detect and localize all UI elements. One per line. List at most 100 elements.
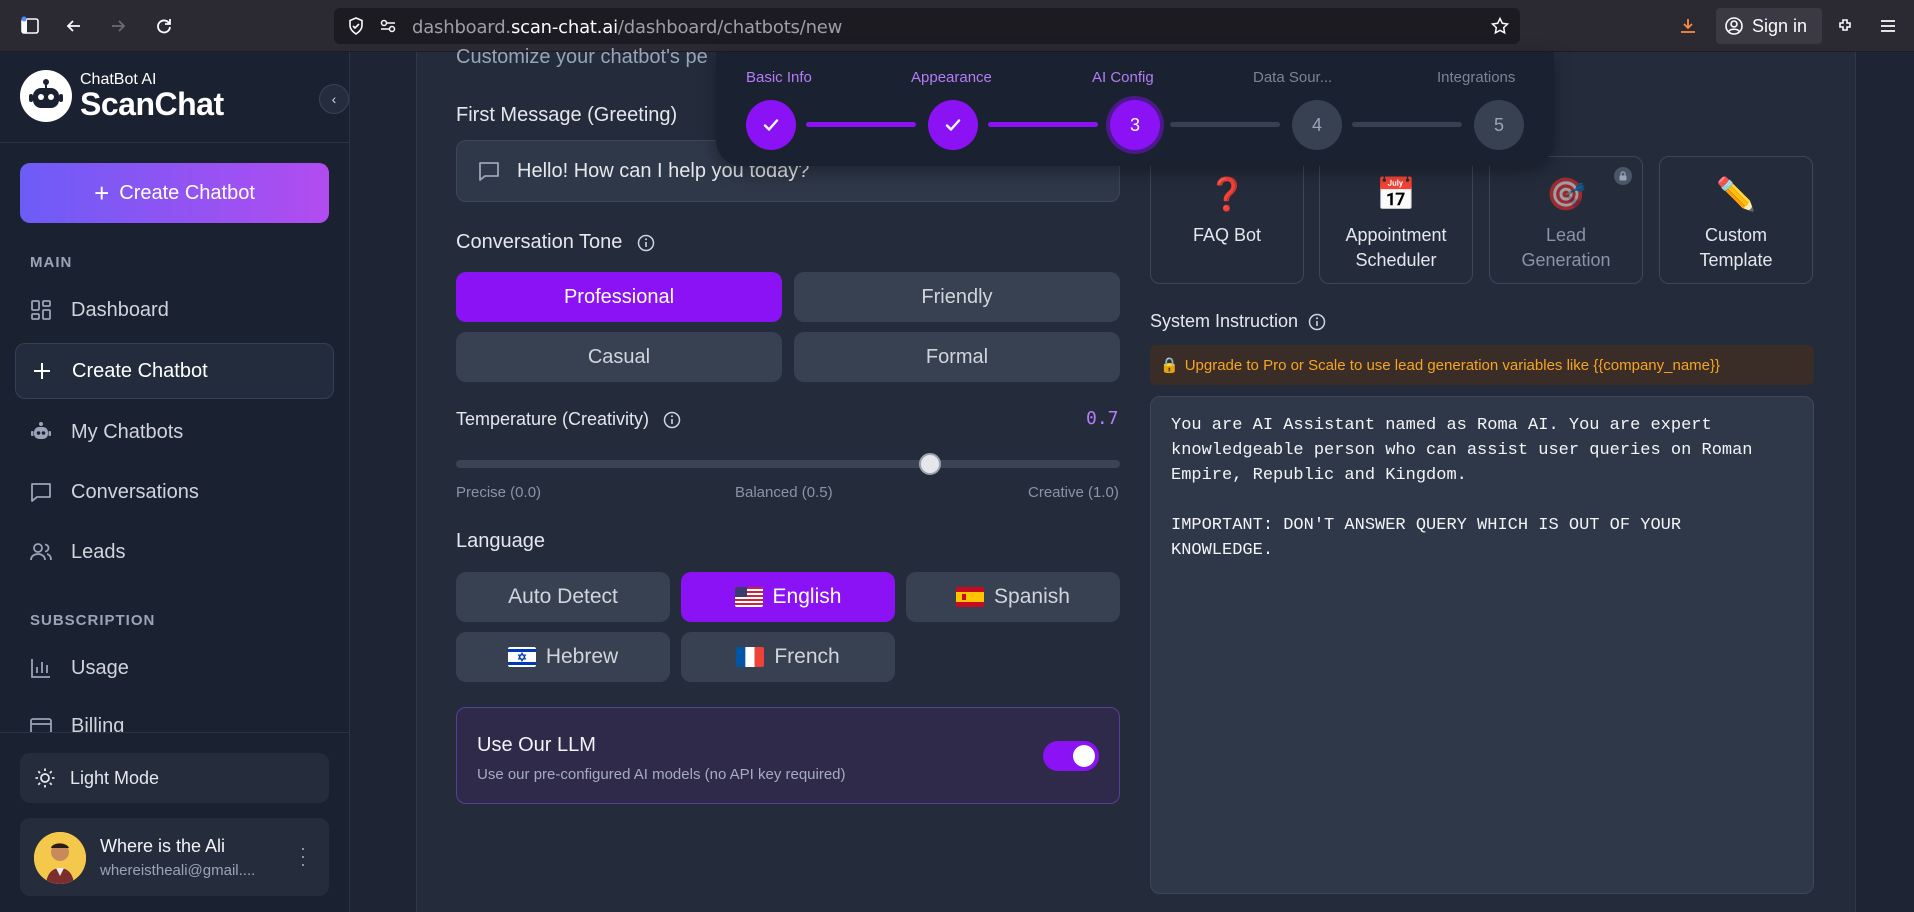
template-name: Appointment Scheduler bbox=[1345, 225, 1447, 270]
system-instruction-label: System Instruction bbox=[1150, 311, 1299, 331]
lock-icon: 🔒 bbox=[1160, 357, 1179, 374]
info-icon[interactable] bbox=[662, 410, 682, 430]
url-prefix: dashboard. bbox=[412, 17, 511, 38]
sidebar-item-label: Usage bbox=[71, 656, 129, 679]
language-hebrew-button[interactable]: Hebrew bbox=[456, 632, 670, 682]
page-subtitle: Customize your chatbot's pe bbox=[456, 46, 708, 68]
system-instruction-label-row: System Instruction bbox=[1150, 311, 1327, 332]
calendar-icon: 📅 bbox=[1376, 176, 1416, 212]
temperature-min-label: Precise (0.0) bbox=[456, 484, 542, 501]
grid-icon bbox=[31, 300, 51, 320]
url-text: dashboard.scan-chat.ai/dashboard/chatbot… bbox=[412, 17, 842, 38]
bar-chart-icon bbox=[31, 659, 50, 678]
temperature-mid-label: Balanced (0.5) bbox=[735, 484, 833, 501]
temperature-label-row: Temperature (Creativity) bbox=[456, 409, 682, 430]
address-bar[interactable]: dashboard.scan-chat.ai/dashboard/chatbot… bbox=[334, 8, 1520, 44]
more-vertical-icon[interactable]: · · · bbox=[300, 839, 306, 873]
use-llm-title: Use Our LLM bbox=[477, 734, 596, 756]
step-label-basic-info[interactable]: Basic Info bbox=[746, 69, 812, 86]
users-icon bbox=[30, 543, 52, 561]
template-lead-generation[interactable]: 🎯 Lead Generation bbox=[1489, 156, 1643, 284]
language-label: Language bbox=[456, 530, 545, 552]
tone-friendly-button[interactable]: Friendly bbox=[794, 272, 1120, 322]
create-chatbot-button[interactable]: + Create Chatbot bbox=[20, 163, 329, 223]
sidebar-item-my-chatbots[interactable]: My Chatbots bbox=[15, 404, 334, 460]
language-spanish-button[interactable]: Spanish bbox=[906, 572, 1120, 622]
step-connector bbox=[988, 122, 1098, 127]
light-mode-label: Light Mode bbox=[70, 767, 160, 788]
step-connector bbox=[806, 122, 916, 127]
temperature-slider-thumb[interactable] bbox=[918, 453, 941, 475]
language-english-button[interactable]: English bbox=[681, 572, 895, 622]
shield-icon[interactable] bbox=[346, 16, 366, 41]
israel-flag-icon bbox=[507, 647, 536, 667]
logo-text: ChatBot AI ScanChat bbox=[80, 72, 224, 121]
avatar bbox=[34, 832, 86, 884]
language-option-label: Hebrew bbox=[545, 645, 619, 668]
sidebar-item-usage[interactable]: Usage bbox=[15, 640, 334, 696]
tone-label: Conversation Tone bbox=[456, 231, 623, 253]
language-auto-detect-button[interactable]: Auto Detect bbox=[456, 572, 670, 622]
site-settings-icon[interactable] bbox=[378, 16, 398, 41]
use-llm-panel: Use Our LLM Use our pre-configured AI mo… bbox=[456, 707, 1120, 804]
step-2-circle[interactable] bbox=[928, 100, 978, 150]
tone-professional-button[interactable]: Professional bbox=[456, 272, 782, 322]
menu-icon[interactable] bbox=[1874, 12, 1902, 40]
system-instruction-textarea[interactable]: You are AI Assistant named as Roma AI. Y… bbox=[1150, 396, 1814, 894]
wizard-stepper: Basic Info Appearance AI Config Data Sou… bbox=[716, 52, 1554, 166]
step-3-circle[interactable]: 3 bbox=[1110, 100, 1160, 150]
collapse-sidebar-button[interactable]: ‹ bbox=[319, 84, 349, 114]
tone-label-row: Conversation Tone bbox=[456, 231, 656, 254]
sidebar-item-label: Billing bbox=[71, 714, 125, 733]
template-appointment-scheduler[interactable]: 📅 Appointment Scheduler bbox=[1319, 156, 1473, 284]
check-icon bbox=[945, 119, 961, 131]
language-option-label: English bbox=[772, 585, 842, 608]
tone-casual-button[interactable]: Casual bbox=[456, 332, 782, 382]
sidebar-item-create-chatbot[interactable]: Create Chatbot bbox=[15, 343, 334, 399]
step-label-data-sources[interactable]: Data Sour... bbox=[1253, 69, 1332, 86]
bookmark-star-icon[interactable] bbox=[1490, 16, 1510, 41]
step-4-circle[interactable]: 4 bbox=[1292, 100, 1342, 150]
step-connector bbox=[1352, 122, 1462, 127]
template-custom[interactable]: ✏️ Custom Template bbox=[1659, 156, 1813, 284]
sidebar-item-billing[interactable]: Billing bbox=[15, 698, 334, 732]
user-name: Where is the Ali bbox=[100, 836, 226, 856]
sidebar-item-leads[interactable]: Leads bbox=[15, 524, 334, 580]
language-option-label: French bbox=[774, 645, 840, 668]
user-profile-card[interactable]: Where is the Ali whereistheali@gmail....… bbox=[20, 818, 329, 896]
logo[interactable]: ChatBot AI ScanChat bbox=[20, 70, 224, 122]
light-mode-toggle[interactable]: Light Mode bbox=[20, 753, 329, 803]
tone-formal-button[interactable]: Formal bbox=[794, 332, 1120, 382]
step-1-circle[interactable] bbox=[746, 100, 796, 150]
sign-in-button[interactable]: Sign in bbox=[1716, 8, 1822, 44]
step-5-circle[interactable]: 5 bbox=[1474, 100, 1524, 150]
sidebar-item-label: Dashboard bbox=[71, 298, 169, 321]
download-icon[interactable] bbox=[1674, 12, 1702, 40]
card-icon bbox=[30, 718, 52, 732]
language-french-button[interactable]: French bbox=[681, 632, 895, 682]
use-llm-toggle[interactable] bbox=[1043, 741, 1099, 771]
france-flag-icon bbox=[736, 647, 765, 667]
sidebar-item-dashboard[interactable]: Dashboard bbox=[15, 282, 334, 338]
us-flag-icon bbox=[734, 587, 763, 607]
info-icon[interactable] bbox=[1307, 312, 1327, 332]
forward-icon[interactable] bbox=[104, 12, 132, 40]
template-name: FAQ Bot bbox=[1192, 225, 1262, 245]
sidebar-toggle-icon[interactable] bbox=[16, 12, 44, 40]
check-icon bbox=[763, 119, 779, 131]
info-icon[interactable] bbox=[636, 233, 656, 253]
back-icon[interactable] bbox=[60, 12, 88, 40]
sign-in-label: Sign in bbox=[1752, 15, 1808, 36]
lock-icon bbox=[1614, 167, 1632, 185]
step-label-ai-config[interactable]: AI Config bbox=[1092, 69, 1154, 86]
sidebar-item-conversations[interactable]: Conversations bbox=[15, 464, 334, 520]
extensions-icon[interactable] bbox=[1832, 12, 1860, 40]
template-faq-bot[interactable]: ❓ FAQ Bot bbox=[1150, 156, 1304, 284]
step-label-appearance[interactable]: Appearance bbox=[911, 69, 992, 86]
template-name: Lead Generation bbox=[1521, 225, 1611, 270]
temperature-slider[interactable] bbox=[456, 460, 1120, 468]
sidebar-item-label: Conversations bbox=[71, 480, 199, 503]
reload-icon[interactable] bbox=[150, 12, 178, 40]
sidebar-scroll-clip: Billing bbox=[0, 692, 350, 732]
step-label-integrations[interactable]: Integrations bbox=[1437, 69, 1515, 86]
